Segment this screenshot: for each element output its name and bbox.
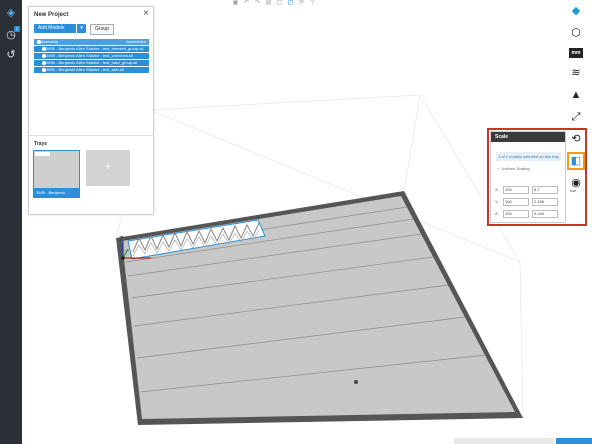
model-icon (42, 68, 46, 72)
bottom-tab-right[interactable] (556, 438, 592, 444)
tray-caption: 2695 - Benjamin ... (34, 188, 79, 197)
scale-row-z: Z: 100 0.246 (495, 210, 558, 218)
project-title: New Project (34, 12, 69, 18)
model-icon (42, 54, 46, 58)
scale-row-x: X: 100 8.7 (495, 186, 558, 194)
add-tray-button[interactable]: + (86, 150, 130, 186)
scale-percent-input[interactable]: 100 (503, 198, 529, 206)
arrange-cube-icon[interactable]: ⬡ (569, 26, 583, 40)
close-icon[interactable]: × (143, 8, 149, 19)
uniform-scaling-toggle[interactable]: ✓ Uniform Scaling (497, 166, 565, 171)
align-icon[interactable]: ▲ (569, 88, 583, 102)
tree-model-label: 2695 - Benjamin Allen Stutzke - test_che… (46, 53, 133, 58)
undo-icon[interactable]: ↶ (243, 0, 250, 7)
panel-divider (29, 135, 153, 136)
ortho-view-icon[interactable]: ◰ (287, 0, 294, 7)
refresh-icon[interactable]: ⟳ (298, 0, 305, 7)
paste-icon[interactable]: ▤ (265, 0, 272, 7)
tree-model-item[interactable]: 2695 - Benjamin Allen Stutzke - test_ski… (34, 67, 149, 73)
tree-model-item[interactable]: 2695 - Benjamin Allen Stutzke - test_har… (34, 60, 149, 66)
tray-preview (35, 152, 50, 156)
add-models-button[interactable]: Add Models ▾ (34, 24, 86, 33)
redo-icon[interactable]: ↷ (254, 0, 261, 7)
tree-model-label: 2695 - Benjamin Allen Stutzke - test_ble… (46, 46, 144, 51)
left-sidebar: ◈ ◷ 1 ↺ (0, 0, 22, 444)
bottom-status-tabs (454, 438, 592, 444)
tree-model-label: 2695 - Benjamin Allen Stutzke - test_ski… (46, 67, 124, 72)
axis-label: X: (495, 187, 499, 192)
scale-value-input[interactable]: 2.156 (532, 198, 558, 206)
cube-view-icon[interactable]: ▢ (276, 0, 283, 7)
plate-center-marker (354, 380, 358, 384)
tree-model-item[interactable]: 2695 - Benjamin Allen Stutzke - test_ble… (34, 46, 149, 52)
model-icon (42, 61, 46, 65)
model-tree: Assembly Assembled 2695 - Benjamin Allen… (34, 39, 149, 74)
selection-note: 1 of 1 models selected on this tray (496, 152, 561, 161)
scale-row-y: Y: 100 2.156 (495, 198, 558, 206)
tree-model-item[interactable]: 2695 - Benjamin Allen Stutzke - test_che… (34, 53, 149, 59)
open-file-icon[interactable]: ▣ (232, 0, 239, 7)
add-model-cube-icon[interactable]: ◆ (569, 4, 583, 18)
move-icon[interactable]: ⤢ (569, 110, 583, 124)
bottom-tab-left[interactable] (454, 438, 554, 444)
axis-z-label: Z (119, 236, 124, 243)
logo-icon[interactable]: ◈ (4, 6, 18, 20)
tree-assembly[interactable]: Assembly Assembled (34, 39, 149, 45)
assembly-status: Assembled (126, 39, 146, 44)
add-models-label: Add Models (38, 25, 65, 31)
top-toolbar: ▣ ↶ ↷ ▤ ▢ ◰ ⟳ ? (232, 0, 316, 8)
help-icon[interactable]: ? (309, 0, 316, 7)
project-panel: New Project × Add Models ▾ Group Assembl… (28, 6, 154, 215)
scale-title: Scale (491, 132, 565, 142)
units-mm-button[interactable]: mm (569, 48, 583, 58)
history-badge: 1 (14, 26, 20, 32)
scale-value-input[interactable]: 8.7 (532, 186, 558, 194)
chevron-down-icon[interactable]: ▾ (76, 24, 86, 33)
assembly-icon (37, 40, 41, 44)
trays-heading: Trays (34, 141, 48, 147)
axis-label: Z: (495, 211, 499, 216)
scale-value-input[interactable]: 0.246 (532, 210, 558, 218)
recent-icon[interactable]: ↺ (4, 48, 18, 62)
group-button[interactable]: Group (90, 24, 114, 35)
model-icon (42, 47, 46, 51)
tree-model-label: 2695 - Benjamin Allen Stutzke - test_har… (46, 60, 138, 65)
scale-percent-input[interactable]: 100 (503, 186, 529, 194)
scale-percent-input[interactable]: 100 (503, 210, 529, 218)
tray-thumbnail[interactable]: 2695 - Benjamin ... (33, 150, 80, 198)
layers-icon[interactable]: ≋ (569, 66, 583, 80)
scale-panel: Scale 1 of 1 models selected on this tra… (490, 131, 566, 223)
history-clock-icon[interactable]: ◷ 1 (4, 26, 20, 42)
uniform-scaling-label: Uniform Scaling (501, 166, 530, 171)
axis-label: Y: (495, 199, 499, 204)
